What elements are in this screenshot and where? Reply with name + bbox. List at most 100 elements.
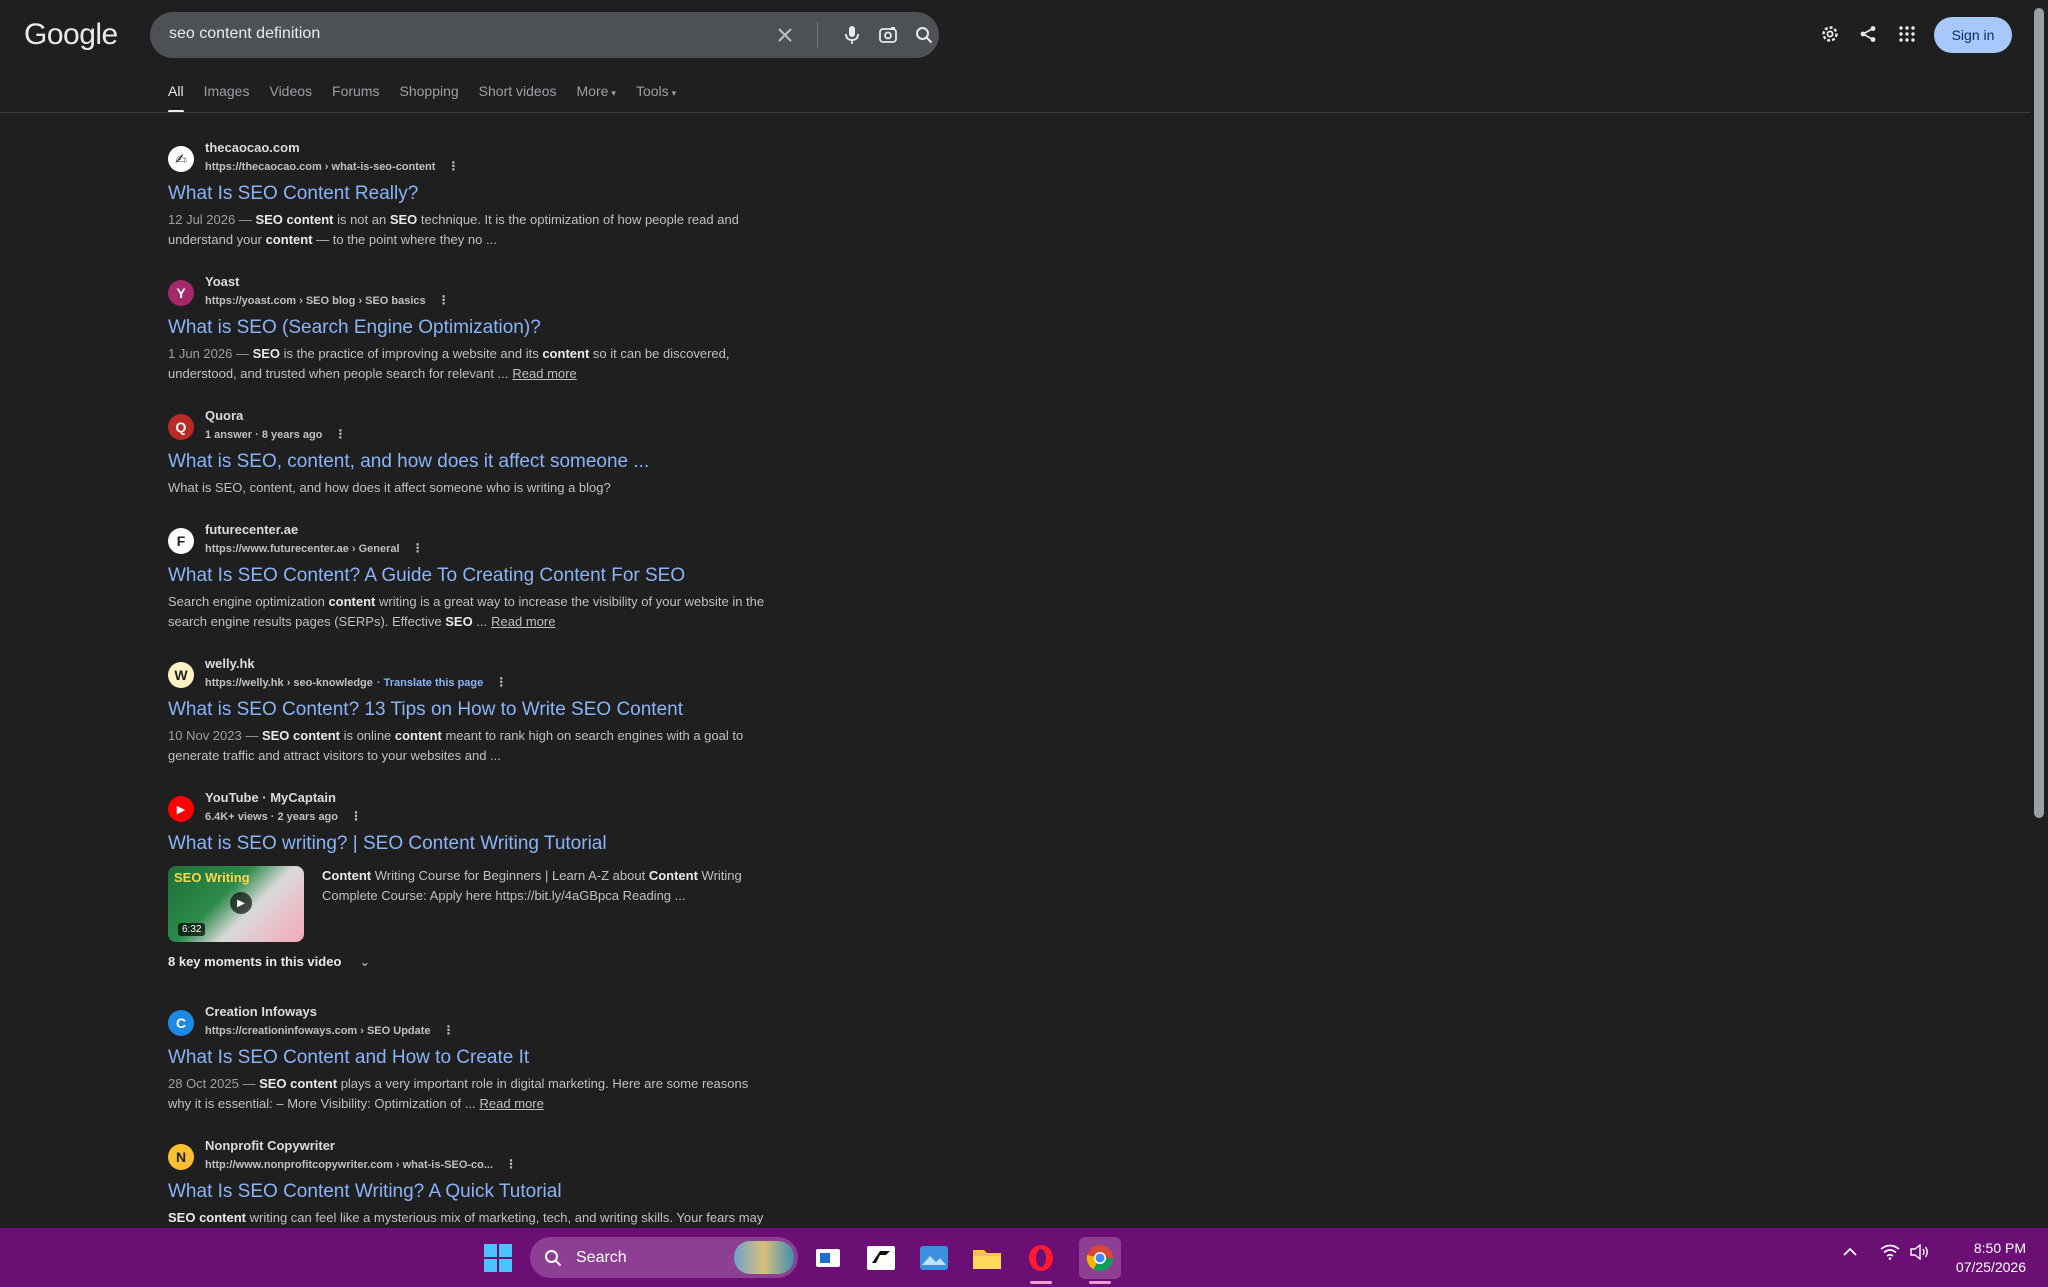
result-title-link[interactable]: What is SEO (Search Engine Optimization)…: [168, 316, 768, 340]
search-result: N Nonprofit Copywriter http://www.nonpro…: [168, 1138, 768, 1228]
more-options-icon[interactable]: ⋮: [438, 293, 450, 307]
site-favicon-icon: ✍: [168, 146, 194, 172]
tab-label: Videos: [269, 83, 313, 99]
video-result: ▶ YouTube · MyCaptain 6.4K+ views · 2 ye…: [168, 790, 768, 970]
search-result: F futurecenter.ae https://www.futurecent…: [168, 522, 768, 632]
windows-taskbar: Search 8:50 PM 07/25/2026: [0, 1228, 2048, 1287]
result-snippet: What is SEO, content, and how does it af…: [168, 478, 768, 498]
microphone-icon[interactable]: [840, 23, 864, 47]
lens-icon[interactable]: [876, 23, 900, 47]
result-snippet: 12 Jul 2026 — SEO content is not an SEO …: [168, 210, 768, 250]
forza-app-icon[interactable]: [864, 1241, 898, 1275]
read-more-link[interactable]: Read more: [491, 614, 555, 629]
site-favicon-icon: Q: [168, 414, 194, 440]
result-source[interactable]: F futurecenter.ae https://www.futurecent…: [168, 522, 768, 558]
tab-label: Tools: [635, 83, 669, 99]
result-source[interactable]: W welly.hk https://welly.hk › seo-knowle…: [168, 656, 768, 692]
taskbar-search-label: Search: [576, 1248, 627, 1266]
sign-in-button[interactable]: Sign in: [1934, 17, 2012, 53]
tab-short-videos[interactable]: Short videos: [479, 83, 557, 113]
tab-label: Shopping: [399, 83, 459, 99]
result-title-link[interactable]: What is SEO, content, and how does it af…: [168, 450, 768, 474]
task-view-icon[interactable]: [811, 1241, 845, 1275]
file-explorer-icon[interactable]: [970, 1241, 1004, 1275]
site-favicon-icon: F: [168, 528, 194, 554]
snippet-text: What is SEO, content, and how does it af…: [168, 480, 611, 495]
site-name: futurecenter.ae: [205, 522, 299, 537]
url-text: https://www.futurecenter.ae › General: [205, 543, 400, 555]
wifi-icon[interactable]: [1880, 1244, 1900, 1265]
site-url: https://welly.hk › seo-knowledge · Transl…: [205, 675, 507, 689]
tab-more[interactable]: More ▾: [577, 83, 616, 113]
search-input[interactable]: seo content definition: [169, 25, 320, 43]
tab-label: Short videos: [478, 83, 557, 99]
tabs-divider: [0, 112, 2030, 113]
share-icon[interactable]: [1850, 16, 1886, 52]
show-hidden-icons-chevron-icon[interactable]: [1842, 1244, 1858, 1265]
more-options-icon[interactable]: ⋮: [443, 1023, 455, 1037]
tab-tools[interactable]: Tools ▾: [636, 83, 676, 113]
header: Google seo content definition Sign in: [0, 0, 2030, 70]
system-clock[interactable]: 8:50 PM 07/25/2026: [1930, 1239, 2026, 1277]
more-options-icon[interactable]: ⋮: [447, 159, 459, 173]
url-text: https://thecaocao.com › what-is-seo-cont…: [205, 161, 436, 173]
more-options-icon[interactable]: ⋮: [350, 809, 362, 823]
opera-browser-icon[interactable]: [1024, 1241, 1058, 1275]
google-logo[interactable]: Google: [24, 18, 118, 52]
search-result: W welly.hk https://welly.hk › seo-knowle…: [168, 656, 768, 766]
result-source[interactable]: N Nonprofit Copywriter http://www.nonpro…: [168, 1138, 768, 1174]
site-url: http://www.nonprofitcopywriter.com › wha…: [205, 1157, 517, 1171]
clock-date: 07/25/2026: [1955, 1259, 2026, 1275]
url-text: https://welly.hk › seo-knowledge: [205, 677, 373, 689]
more-options-icon[interactable]: ⋮: [412, 541, 424, 555]
tab-all[interactable]: All: [168, 83, 184, 113]
key-moments-toggle[interactable]: 8 key moments in this video ⌄: [168, 954, 768, 970]
result-source[interactable]: Q Quora 1 answer · 8 years ago ⋮: [168, 408, 768, 444]
windows-start-icon[interactable]: [481, 1241, 515, 1275]
search-icon: [545, 1249, 562, 1266]
translate-page-link[interactable]: · Translate this page: [377, 677, 483, 689]
more-options-icon[interactable]: ⋮: [495, 675, 507, 689]
result-title-link[interactable]: What Is SEO Content and How to Create It: [168, 1046, 768, 1070]
page-scrollbar[interactable]: [2030, 0, 2048, 1228]
taskbar-search[interactable]: Search: [530, 1237, 798, 1278]
result-title-link[interactable]: What Is SEO Content? A Guide To Creating…: [168, 564, 768, 588]
result-source[interactable]: ✍ thecaocao.com https://thecaocao.com › …: [168, 140, 768, 176]
site-favicon-icon: Y: [168, 280, 194, 306]
settings-gear-icon[interactable]: [1812, 16, 1848, 52]
result-source[interactable]: Y Yoast https://yoast.com › SEO blog › S…: [168, 274, 768, 310]
tab-images[interactable]: Images: [204, 83, 250, 113]
read-more-link[interactable]: Read more: [512, 366, 576, 381]
site-url: 6.4K+ views · 2 years ago ⋮: [205, 809, 362, 823]
scrollbar-thumb[interactable]: [2034, 8, 2044, 818]
more-options-icon[interactable]: ⋮: [505, 1157, 517, 1171]
site-name: Quora: [205, 408, 244, 423]
result-source[interactable]: C Creation Infoways https://creationinfo…: [168, 1004, 768, 1040]
clear-icon[interactable]: [773, 23, 797, 47]
volume-icon[interactable]: [1910, 1243, 1930, 1265]
tab-videos[interactable]: Videos: [269, 83, 312, 113]
site-name: YouTube · MyCaptain: [205, 790, 336, 805]
play-icon: ▶: [230, 892, 252, 914]
apps-grid-icon[interactable]: [1889, 16, 1925, 52]
caret-down-icon: ▾: [611, 88, 616, 98]
chrome-browser-icon[interactable]: [1079, 1237, 1121, 1279]
search-box[interactable]: seo content definition: [150, 12, 939, 58]
result-title-link[interactable]: What is SEO writing? | SEO Content Writi…: [168, 832, 768, 856]
read-more-link[interactable]: Read more: [480, 1096, 544, 1111]
result-source[interactable]: ▶ YouTube · MyCaptain 6.4K+ views · 2 ye…: [168, 790, 768, 826]
photos-app-icon[interactable]: [917, 1241, 951, 1275]
result-title-link[interactable]: What is SEO Content? 13 Tips on How to W…: [168, 698, 768, 722]
tab-forums[interactable]: Forums: [332, 83, 379, 113]
site-name: Creation Infoways: [205, 1004, 317, 1019]
site-url: https://thecaocao.com › what-is-seo-cont…: [205, 159, 459, 173]
tab-label: More: [576, 83, 609, 99]
video-thumbnail[interactable]: SEO Writing ▶ 6:32: [168, 866, 304, 942]
result-title-link[interactable]: What Is SEO Content Writing? A Quick Tut…: [168, 1180, 768, 1204]
result-title-link[interactable]: What Is SEO Content Really?: [168, 182, 768, 206]
result-date: 12 Jul 2026 —: [168, 212, 256, 227]
more-options-icon[interactable]: ⋮: [334, 427, 346, 441]
search-icon[interactable]: [912, 23, 936, 47]
tab-shopping[interactable]: Shopping: [400, 83, 459, 113]
tab-label: All: [168, 83, 184, 99]
